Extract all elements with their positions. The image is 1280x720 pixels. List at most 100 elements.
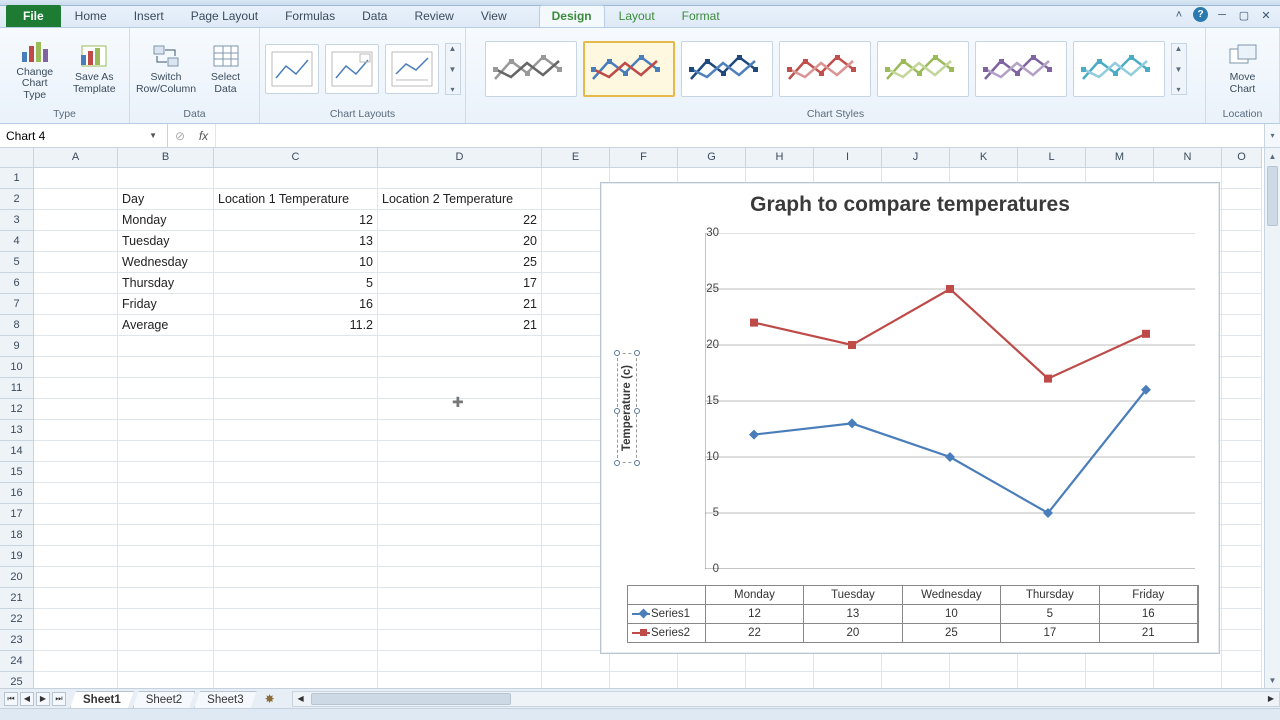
select-all-corner[interactable]: [0, 148, 34, 168]
cell[interactable]: [34, 672, 118, 688]
col-header-N[interactable]: N: [1154, 148, 1222, 168]
cell[interactable]: [34, 441, 118, 462]
y-axis-title[interactable]: Temperature (c): [617, 353, 637, 463]
cell[interactable]: Tuesday: [118, 231, 214, 252]
chart-style-6[interactable]: [975, 41, 1067, 97]
tab-review[interactable]: Review: [401, 5, 466, 27]
cell[interactable]: [34, 651, 118, 672]
cell[interactable]: [118, 420, 214, 441]
cell[interactable]: [118, 546, 214, 567]
row-header-13[interactable]: 13: [0, 420, 34, 441]
cell[interactable]: [34, 336, 118, 357]
cell[interactable]: [1154, 651, 1222, 672]
cell[interactable]: Day: [118, 189, 214, 210]
cell[interactable]: [34, 189, 118, 210]
cell[interactable]: [378, 630, 542, 651]
cell[interactable]: [1222, 294, 1262, 315]
cell[interactable]: [378, 609, 542, 630]
cell[interactable]: 13: [214, 231, 378, 252]
cell[interactable]: [950, 651, 1018, 672]
row-header-18[interactable]: 18: [0, 525, 34, 546]
row-header-22[interactable]: 22: [0, 609, 34, 630]
cell[interactable]: [542, 651, 610, 672]
sheet-nav-prev-icon[interactable]: ◀: [20, 692, 34, 706]
sheet-nav-next-icon[interactable]: ▶: [36, 692, 50, 706]
cell[interactable]: Wednesday: [118, 252, 214, 273]
chart-style-5[interactable]: [877, 41, 969, 97]
cell[interactable]: [214, 567, 378, 588]
cell[interactable]: [542, 672, 610, 688]
cell[interactable]: [378, 672, 542, 688]
cell[interactable]: [34, 546, 118, 567]
cell[interactable]: 25: [378, 252, 542, 273]
col-header-L[interactable]: L: [1018, 148, 1086, 168]
cell[interactable]: [118, 651, 214, 672]
cell[interactable]: [34, 420, 118, 441]
chart-layout-2[interactable]: [325, 44, 379, 94]
cell[interactable]: [214, 420, 378, 441]
name-box-dropdown-icon[interactable]: ▼: [145, 131, 161, 140]
cell[interactable]: [1154, 672, 1222, 688]
cell[interactable]: [34, 273, 118, 294]
scroll-right-icon[interactable]: ▶: [1263, 692, 1279, 706]
cell[interactable]: [378, 357, 542, 378]
switch-row-column-button[interactable]: Switch Row/Column: [138, 39, 194, 98]
cell[interactable]: [1222, 672, 1262, 688]
cell[interactable]: [214, 399, 378, 420]
tab-format[interactable]: Format: [669, 5, 733, 27]
row-header-23[interactable]: 23: [0, 630, 34, 651]
cell[interactable]: [1222, 567, 1262, 588]
name-box-input[interactable]: [6, 129, 145, 143]
row-header-12[interactable]: 12: [0, 399, 34, 420]
cell[interactable]: [34, 168, 118, 189]
cell[interactable]: [214, 483, 378, 504]
expand-formula-bar-icon[interactable]: ▾: [1264, 124, 1280, 147]
insert-sheet-icon[interactable]: ✸: [260, 691, 280, 707]
sheet-nav-last-icon[interactable]: ⏭: [52, 692, 66, 706]
vscroll-thumb[interactable]: [1267, 166, 1278, 226]
plot-area[interactable]: [705, 233, 1195, 569]
row-header-17[interactable]: 17: [0, 504, 34, 525]
cell[interactable]: [746, 651, 814, 672]
cell[interactable]: [1222, 315, 1262, 336]
sheet-tab-sheet3[interactable]: Sheet3: [194, 691, 256, 708]
cell[interactable]: 20: [378, 231, 542, 252]
cell[interactable]: [118, 336, 214, 357]
change-chart-type-button[interactable]: Change Chart Type: [8, 34, 62, 105]
cell[interactable]: [118, 462, 214, 483]
cell[interactable]: [678, 651, 746, 672]
move-chart-button[interactable]: Move Chart: [1215, 39, 1271, 98]
chart-style-3[interactable]: [681, 41, 773, 97]
row-header-2[interactable]: 2: [0, 189, 34, 210]
cell[interactable]: [118, 357, 214, 378]
cell[interactable]: [1018, 651, 1086, 672]
scroll-down-icon[interactable]: ▼: [1265, 672, 1280, 688]
cell[interactable]: [1222, 504, 1262, 525]
cell[interactable]: [214, 525, 378, 546]
cell[interactable]: [214, 672, 378, 688]
cell[interactable]: [34, 315, 118, 336]
cell[interactable]: [378, 420, 542, 441]
col-header-F[interactable]: F: [610, 148, 678, 168]
cell[interactable]: [950, 672, 1018, 688]
cell[interactable]: [1086, 651, 1154, 672]
cell[interactable]: [118, 609, 214, 630]
row-header-1[interactable]: 1: [0, 168, 34, 189]
cell[interactable]: [610, 651, 678, 672]
minimize-ribbon-icon[interactable]: ˄: [1171, 7, 1187, 23]
row-header-4[interactable]: 4: [0, 231, 34, 252]
chart-layout-1[interactable]: [265, 44, 319, 94]
row-header-11[interactable]: 11: [0, 378, 34, 399]
cell[interactable]: [1222, 210, 1262, 231]
cell[interactable]: [214, 357, 378, 378]
chart-style-7[interactable]: [1073, 41, 1165, 97]
cell[interactable]: [118, 567, 214, 588]
col-header-E[interactable]: E: [542, 148, 610, 168]
cell[interactable]: [678, 672, 746, 688]
cell[interactable]: [746, 672, 814, 688]
cell[interactable]: [214, 504, 378, 525]
row-header-24[interactable]: 24: [0, 651, 34, 672]
cell[interactable]: [378, 567, 542, 588]
restore-icon[interactable]: ▢: [1236, 7, 1252, 23]
col-header-O[interactable]: O: [1222, 148, 1262, 168]
